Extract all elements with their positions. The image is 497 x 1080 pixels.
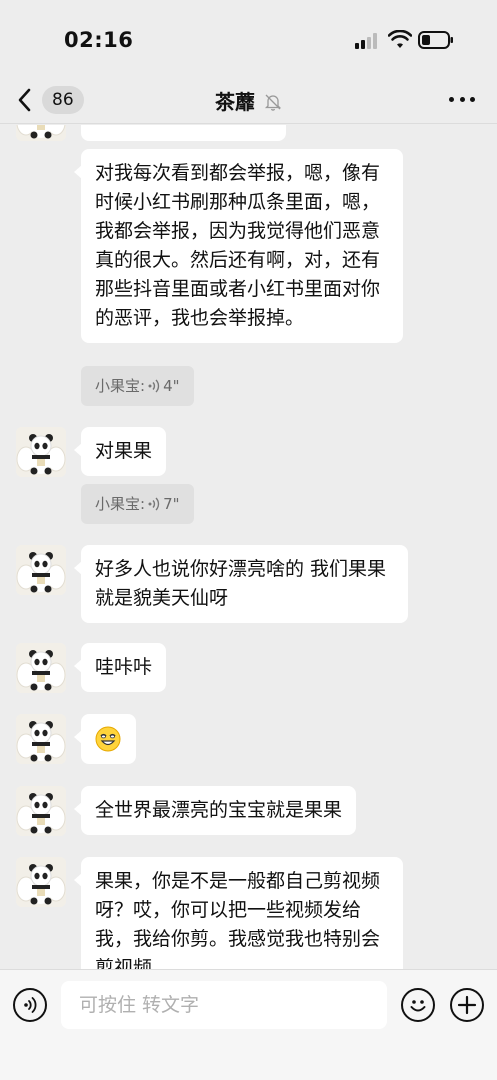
panda-avatar-image	[16, 125, 66, 141]
message-bubble[interactable]: 全世界最漂亮的宝宝就是果果	[73, 786, 357, 835]
plus-icon	[457, 995, 477, 1015]
message-bubble[interactable]	[74, 714, 136, 764]
message-bubble[interactable]	[81, 125, 286, 141]
avatar[interactable]	[16, 125, 66, 141]
voice-to-text-tag[interactable]: 小果宝: 4"	[81, 366, 194, 406]
add-more-button[interactable]	[450, 988, 484, 1022]
battery-icon	[418, 31, 453, 49]
more-options-button[interactable]	[449, 86, 475, 112]
message-bubble[interactable]: 对我每次看到都会举报，嗯，像有时候小红书刷那种瓜条里面，嗯，我都会举报，因为我觉…	[74, 149, 403, 343]
voice-wave-icon	[148, 497, 160, 511]
message-list[interactable]: 对我每次看到都会举报，嗯，像有时候小红书刷那种瓜条里面，嗯，我都会举报，因为我觉…	[0, 125, 497, 969]
panda-avatar-image	[16, 643, 66, 693]
signal-icon	[355, 33, 381, 49]
message-bubble[interactable]: 哇咔咔	[73, 643, 167, 692]
voice-tag-sender: 小果宝:	[95, 495, 146, 513]
avatar[interactable]	[16, 643, 66, 693]
panda-avatar-image	[16, 545, 66, 595]
message-bubble[interactable]: 果果，你是不是一般都自己剪视频呀？哎，你可以把一些视频发给我，我给你剪。我感觉我…	[74, 857, 403, 969]
chat-title-area: 茶蘼	[0, 86, 497, 115]
message-bubble[interactable]: 对果果	[73, 427, 167, 476]
input-bar: 可按住 转文字	[0, 969, 497, 1080]
wifi-icon	[388, 30, 412, 48]
panda-avatar-image	[16, 714, 66, 764]
grinning-face-icon	[95, 726, 121, 752]
chat-header: 86 茶蘼	[0, 78, 497, 124]
chat-screen: 02:16 86 茶蘼 对我每次看到都会举报，嗯，像有时候小红书刷那种瓜条里面，…	[0, 0, 497, 1080]
avatar[interactable]	[16, 545, 66, 595]
voice-tag-sender: 小果宝:	[95, 377, 146, 395]
more-dots-icon	[449, 96, 454, 102]
avatar[interactable]	[16, 786, 66, 836]
panda-avatar-image	[16, 427, 66, 477]
voice-to-text-tag[interactable]: 小果宝: 7"	[81, 484, 194, 524]
status-bar: 02:16	[0, 0, 497, 78]
voice-tag-duration: 7"	[163, 495, 180, 513]
avatar[interactable]	[16, 714, 66, 764]
status-time: 02:16	[64, 28, 134, 52]
emoji-button[interactable]	[401, 988, 435, 1022]
message-input[interactable]: 可按住 转文字	[61, 981, 387, 1029]
voice-input-button[interactable]	[13, 988, 47, 1022]
voice-wave-icon	[148, 379, 160, 393]
panda-avatar-image	[16, 857, 66, 907]
emoji-icon	[410, 1000, 426, 1012]
avatar[interactable]	[16, 427, 66, 477]
panda-avatar-image	[16, 786, 66, 836]
avatar[interactable]	[16, 857, 66, 907]
message-bubble[interactable]: 好多人也说你好漂亮啥的 我们果果就是貌美天仙呀	[74, 545, 408, 623]
bell-off-icon	[264, 94, 282, 111]
voice-tag-duration: 4"	[163, 377, 180, 395]
chat-title: 茶蘼	[214, 90, 255, 114]
voice-wave-icon	[24, 997, 37, 1013]
